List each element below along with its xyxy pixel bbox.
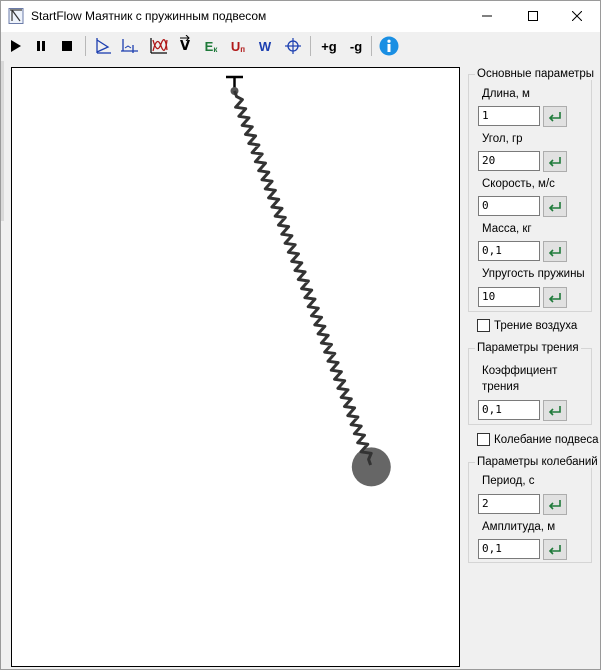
displacement-icon: [121, 39, 138, 53]
air-friction-checkbox[interactable]: Трение воздуха: [477, 319, 577, 332]
air-friction-checkbox-box[interactable]: [477, 319, 490, 332]
graph-button[interactable]: [146, 34, 170, 58]
toolbar: V Eк Uп W +g -g: [1, 32, 600, 60]
stiffness-apply-button[interactable]: [543, 287, 567, 308]
length-apply-button[interactable]: [543, 106, 567, 127]
toolbar-separator: [85, 36, 86, 56]
total-energy-button[interactable]: W: [253, 34, 277, 58]
enter-arrow-icon: [548, 156, 561, 167]
enter-arrow-icon: [548, 246, 561, 257]
angle-label: Угол, гр: [482, 133, 523, 145]
crosshair-icon: [285, 38, 301, 54]
main-params-group: Основные параметры Длина, м 1 Угол, гр 2…: [468, 68, 597, 312]
friction-coef-label-line2: трения: [482, 381, 520, 393]
main-params-title: Основные параметры: [475, 68, 597, 80]
close-button[interactable]: [554, 1, 600, 31]
plus-g-label: +g: [321, 38, 337, 54]
simulation-canvas[interactable]: [11, 67, 460, 667]
app-pendulum-icon: [8, 8, 24, 24]
app-window: StartFlow Маятник с пружинным подвесом V…: [0, 0, 601, 670]
amplitude-input[interactable]: 0,1: [478, 539, 540, 559]
enter-arrow-icon: [548, 201, 561, 212]
angle-apply-button[interactable]: [543, 151, 567, 172]
left-edge-strip: [1, 61, 4, 221]
maximize-icon: [528, 11, 538, 21]
suspension-oscillation-label: Колебание подвеса: [494, 433, 599, 446]
close-icon: [572, 11, 582, 21]
length-input[interactable]: 1: [478, 106, 540, 126]
enter-arrow-icon: [548, 405, 561, 416]
suspension-oscillation-checkbox-box[interactable]: [477, 433, 490, 446]
velocity-button[interactable]: V: [173, 34, 197, 58]
stop-icon: [62, 41, 72, 51]
kinetic-energy-icon: E: [204, 38, 214, 54]
air-friction-label: Трение воздуха: [494, 319, 578, 332]
stiffness-input[interactable]: 10: [478, 287, 540, 307]
displacement-button[interactable]: [117, 34, 141, 58]
potential-energy-button[interactable]: Uп: [226, 34, 250, 58]
enter-arrow-icon: [548, 499, 561, 510]
suspension-oscillation-checkbox[interactable]: Колебание подвеса: [477, 433, 599, 446]
potential-energy-icon: U: [230, 38, 241, 54]
period-apply-button[interactable]: [543, 494, 567, 515]
minus-g-label: -g: [349, 38, 363, 54]
trajectory-icon: [96, 38, 111, 54]
title-bar[interactable]: StartFlow Маятник с пружинным подвесом: [1, 1, 600, 32]
total-energy-icon: W: [258, 38, 272, 54]
info-icon: [379, 36, 399, 56]
enter-arrow-icon: [548, 111, 561, 122]
vector-arrow-icon: [180, 35, 190, 41]
speed-label: Скорость, м/с: [482, 178, 555, 190]
friction-params-group: Параметры трения Коэффициент трения 0,1: [468, 342, 592, 425]
oscillation-params-group: Параметры колебаний Период, с 2 Амплитуд…: [468, 456, 600, 563]
enter-arrow-icon: [548, 292, 561, 303]
decrease-g-button[interactable]: -g: [344, 34, 368, 58]
play-button[interactable]: [4, 34, 28, 58]
info-button[interactable]: [377, 34, 401, 58]
period-input[interactable]: 2: [478, 494, 540, 514]
potential-energy-subscript: п: [240, 44, 246, 54]
graph-icon: [150, 38, 168, 54]
pause-button[interactable]: [29, 34, 53, 58]
kinetic-energy-subscript: к: [213, 44, 218, 54]
minimize-button[interactable]: [464, 1, 510, 31]
mass-apply-button[interactable]: [543, 241, 567, 262]
amplitude-apply-button[interactable]: [543, 539, 567, 560]
friction-coef-apply-button[interactable]: [543, 400, 567, 421]
increase-g-button[interactable]: +g: [316, 34, 342, 58]
pause-icon: [37, 41, 45, 51]
amplitude-label: Амплитуда, м: [482, 521, 556, 533]
window-title: StartFlow Маятник с пружинным подвесом: [31, 9, 267, 23]
crosshair-button[interactable]: [281, 34, 305, 58]
mass-label: Масса, кг: [482, 223, 532, 235]
speed-apply-button[interactable]: [543, 196, 567, 217]
friction-coef-input[interactable]: 0,1: [478, 400, 540, 420]
enter-arrow-icon: [548, 544, 561, 555]
toolbar-separator: [310, 36, 311, 56]
stop-button[interactable]: [55, 34, 79, 58]
friction-coef-label-line1: Коэффициент: [482, 365, 558, 377]
minimize-icon: [482, 15, 492, 17]
trajectory-button[interactable]: [91, 34, 115, 58]
mass-input[interactable]: 0,1: [478, 241, 540, 261]
length-label: Длина, м: [482, 88, 530, 100]
friction-params-title: Параметры трения: [475, 342, 581, 354]
period-label: Период, с: [482, 475, 535, 487]
speed-input[interactable]: 0: [478, 196, 540, 216]
spring: [233, 90, 373, 466]
play-icon: [11, 40, 21, 52]
kinetic-energy-button[interactable]: Eк: [199, 34, 223, 58]
maximize-button[interactable]: [510, 1, 556, 31]
angle-input[interactable]: 20: [478, 151, 540, 171]
oscillation-params-title: Параметры колебаний: [475, 456, 600, 468]
toolbar-separator: [371, 36, 372, 56]
stiffness-label: Упругость пружины: [482, 268, 585, 280]
pendulum-drawing: [226, 75, 391, 487]
